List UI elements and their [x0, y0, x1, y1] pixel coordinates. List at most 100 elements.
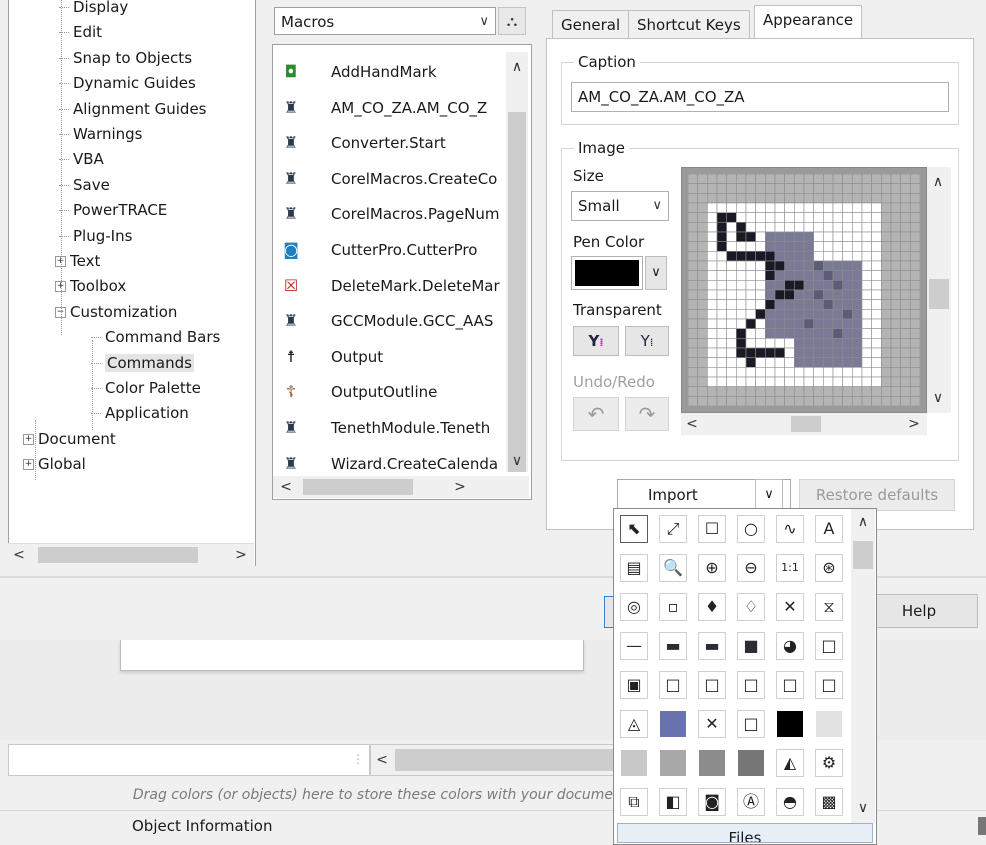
pixel-cell[interactable]: [842, 367, 853, 378]
pixel-cell[interactable]: [803, 241, 814, 252]
pixel-cell[interactable]: [765, 318, 776, 329]
pixel-cell[interactable]: [774, 338, 785, 349]
pixel-cell[interactable]: [784, 202, 795, 213]
pixel-cell[interactable]: [716, 357, 727, 368]
pixel-cell[interactable]: [852, 299, 863, 310]
pixel-cell[interactable]: [774, 202, 785, 213]
pixel-cell[interactable]: [716, 174, 727, 184]
pixel-cell[interactable]: [765, 376, 776, 387]
pixel-cell[interactable]: [707, 309, 718, 320]
text-tool-icon[interactable]: A: [815, 515, 843, 543]
tree-item-alignment-guides[interactable]: Alignment Guides: [59, 97, 206, 121]
pixel-cell[interactable]: [900, 251, 911, 262]
pixel-cell[interactable]: [765, 222, 776, 233]
pixel-cell[interactable]: [774, 251, 785, 262]
pixel-cell[interactable]: [784, 260, 795, 271]
pixel-cell[interactable]: [823, 260, 834, 271]
pixel-cell[interactable]: [832, 202, 843, 213]
pixel-cell[interactable]: [852, 280, 863, 291]
pen-color-swatch[interactable]: [571, 256, 643, 290]
outline-box-2-icon[interactable]: □: [776, 671, 804, 699]
pixel-cell[interactable]: [861, 251, 872, 262]
pixel-cell[interactable]: [688, 338, 698, 349]
pixel-cell[interactable]: [745, 328, 756, 339]
pixel-cell[interactable]: [707, 347, 718, 358]
pixel-cell[interactable]: [726, 174, 737, 184]
pixel-cell[interactable]: [794, 280, 805, 291]
ellipse-tool-icon[interactable]: ○: [737, 515, 765, 543]
options-tree[interactable]: Display Edit Snap to Objects Dynamic Guides…: [8, 0, 256, 566]
pixel-cell[interactable]: [852, 357, 863, 368]
pixel-cell[interactable]: [784, 328, 795, 339]
pixel-cell[interactable]: [910, 260, 920, 271]
pixel-cell[interactable]: [774, 386, 785, 397]
pixel-cell[interactable]: [736, 386, 747, 397]
pixel-cell[interactable]: [900, 357, 911, 368]
pixel-cell[interactable]: [881, 318, 892, 329]
command-list-item[interactable]: ♜ Converter.Start: [273, 126, 505, 160]
pixel-cell[interactable]: [794, 231, 805, 242]
pixel-editor-vertical-scrollbar[interactable]: ∧ ∨: [927, 167, 951, 413]
pixel-cell[interactable]: [688, 222, 698, 233]
pixel-cell[interactable]: [813, 174, 824, 184]
pixel-cell[interactable]: [910, 270, 920, 281]
pixel-cell[interactable]: [852, 367, 863, 378]
pixel-cell[interactable]: [823, 231, 834, 242]
pixel-cell[interactable]: [765, 193, 776, 204]
pixel-cell[interactable]: [794, 299, 805, 310]
pixel-cell[interactable]: [803, 386, 814, 397]
pixel-cell[interactable]: [736, 193, 747, 204]
pixel-cell[interactable]: [726, 396, 737, 406]
pixel-cell[interactable]: [813, 260, 824, 271]
pixel-cell[interactable]: [794, 318, 805, 329]
light-gray-fill-icon[interactable]: [620, 749, 648, 777]
pixel-cell[interactable]: [736, 338, 747, 349]
pixel-cell[interactable]: [774, 270, 785, 281]
pixel-cell[interactable]: [803, 318, 814, 329]
pixel-grid[interactable]: [688, 174, 920, 406]
pixel-cell[interactable]: [716, 318, 727, 329]
pixel-cell[interactable]: [765, 183, 776, 194]
pixel-cell[interactable]: [736, 309, 747, 320]
pixel-cell[interactable]: [765, 396, 776, 406]
pixel-cell[interactable]: [765, 260, 776, 271]
pixel-cell[interactable]: [823, 241, 834, 252]
pixel-cell[interactable]: [871, 396, 882, 406]
pixel-cell[interactable]: [900, 328, 911, 339]
pixel-cell[interactable]: [707, 386, 718, 397]
transparent-color-button[interactable]: Y⁞: [573, 326, 619, 356]
pixel-cell[interactable]: [910, 299, 920, 310]
tree-item-save[interactable]: Save: [59, 173, 110, 197]
pixel-cell[interactable]: [736, 357, 747, 368]
pixel-cell[interactable]: [688, 251, 698, 262]
pixel-cell[interactable]: [871, 357, 882, 368]
pixel-cell[interactable]: [842, 299, 853, 310]
pixel-cell[interactable]: [890, 338, 901, 349]
icon-picker-scroll-thumb[interactable]: [853, 541, 873, 569]
pixel-cell[interactable]: [871, 193, 882, 204]
pixel-cell[interactable]: [794, 338, 805, 349]
pixel-cell[interactable]: [774, 260, 785, 271]
scroll-left-arrow-icon[interactable]: <: [371, 749, 393, 771]
pixel-cell[interactable]: [861, 270, 872, 281]
pixel-cell[interactable]: [716, 299, 727, 310]
pixel-cell[interactable]: [697, 338, 708, 349]
pixel-cell[interactable]: [794, 241, 805, 252]
tree-item-document[interactable]: + Document: [23, 427, 116, 451]
no-outline-icon[interactable]: ✕: [776, 593, 804, 621]
pixel-cell[interactable]: [900, 183, 911, 194]
pixel-cell[interactable]: [774, 318, 785, 329]
color-wheel-icon[interactable]: ◕: [776, 632, 804, 660]
pixel-cell[interactable]: [688, 260, 698, 271]
pixel-cell[interactable]: [716, 367, 727, 378]
pixel-cell[interactable]: [842, 174, 853, 184]
pixel-cell[interactable]: [871, 241, 882, 252]
pixel-cell[interactable]: [794, 174, 805, 184]
pixel-cell[interactable]: [813, 357, 824, 368]
pixel-cell[interactable]: [881, 396, 892, 406]
pixel-cell[interactable]: [813, 376, 824, 387]
pixel-cell[interactable]: [900, 174, 911, 184]
pixel-cell[interactable]: [774, 183, 785, 194]
zoom-page-icon[interactable]: ◎: [620, 593, 648, 621]
gray-fill-icon[interactable]: [815, 710, 843, 738]
